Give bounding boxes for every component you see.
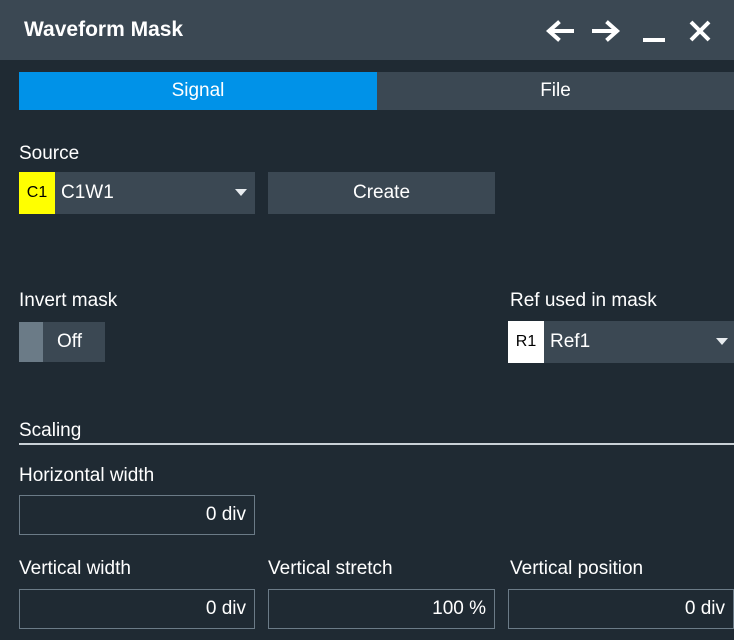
source-label: Source bbox=[19, 143, 80, 164]
vertical-width-field[interactable]: 0 div bbox=[19, 589, 255, 629]
minimize-icon[interactable] bbox=[634, 14, 674, 48]
vertical-stretch-field[interactable]: 100 % bbox=[268, 589, 495, 629]
tab-signal[interactable]: Signal bbox=[19, 72, 377, 110]
vertical-stretch-value: 100 % bbox=[432, 598, 486, 619]
ref-label: Ref used in mask bbox=[510, 290, 657, 311]
arrow-right-icon[interactable] bbox=[586, 14, 626, 48]
arrow-left-icon[interactable] bbox=[540, 14, 580, 48]
ref-badge: R1 bbox=[508, 321, 544, 363]
vertical-position-value: 0 div bbox=[684, 598, 725, 619]
vertical-stretch-label: Vertical stretch bbox=[268, 558, 393, 579]
chevron-down-icon bbox=[716, 338, 728, 345]
horizontal-width-label: Horizontal width bbox=[19, 465, 155, 486]
ref-value: Ref1 bbox=[550, 331, 591, 352]
tab-bar: Signal File bbox=[19, 72, 734, 110]
invert-mask-toggle[interactable]: Off bbox=[19, 322, 105, 362]
toggle-knob bbox=[19, 322, 43, 362]
tab-file[interactable]: File bbox=[377, 72, 734, 110]
title-bar: Waveform Mask bbox=[0, 0, 734, 60]
window-title: Waveform Mask bbox=[24, 18, 184, 41]
vertical-position-label: Vertical position bbox=[510, 558, 644, 579]
horizontal-width-field[interactable]: 0 div bbox=[19, 495, 255, 535]
vertical-width-label: Vertical width bbox=[19, 558, 131, 579]
ref-dropdown[interactable]: R1 Ref1 bbox=[508, 321, 734, 363]
invert-mask-value: Off bbox=[57, 331, 82, 352]
source-value: C1W1 bbox=[61, 182, 114, 203]
scaling-heading: Scaling bbox=[19, 420, 82, 441]
close-icon[interactable] bbox=[680, 14, 720, 48]
invert-mask-label: Invert mask bbox=[19, 290, 118, 311]
section-divider bbox=[19, 443, 734, 445]
chevron-down-icon bbox=[235, 189, 247, 196]
source-dropdown[interactable]: C1 C1W1 bbox=[19, 172, 255, 214]
create-button[interactable]: Create bbox=[268, 172, 495, 214]
vertical-position-field[interactable]: 0 div bbox=[508, 589, 734, 629]
vertical-width-value: 0 div bbox=[205, 598, 246, 619]
source-badge: C1 bbox=[19, 172, 55, 214]
horizontal-width-value: 0 div bbox=[205, 504, 246, 525]
